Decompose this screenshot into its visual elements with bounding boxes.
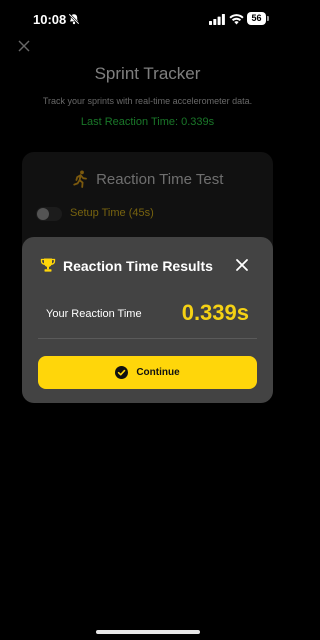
page-title: Sprint Tracker [94, 64, 201, 83]
page-subtitle: Track your sprints with real-time accele… [42, 96, 253, 106]
trophy-icon [40, 258, 56, 272]
signal-icon [209, 14, 225, 25]
modal-title: Reaction Time Results [63, 258, 213, 274]
continue-label: Continue [136, 367, 180, 378]
setup-time-toggle[interactable] [36, 207, 62, 221]
divider [38, 338, 257, 339]
continue-button[interactable]: Continue [38, 356, 257, 389]
battery-icon: 56 [247, 12, 269, 25]
modal-close-icon[interactable] [235, 258, 249, 272]
card-header: Reaction Time Test [22, 170, 273, 190]
wifi-icon [229, 14, 244, 25]
status-bar: 10:08 56 [0, 0, 295, 40]
reaction-time-label: Your Reaction Time [46, 308, 142, 320]
check-circle-icon [115, 366, 129, 379]
results-modal: Reaction Time Results Your Reaction Time… [22, 237, 273, 403]
home-indicator[interactable] [96, 630, 200, 634]
battery-tip [267, 16, 269, 21]
setup-time-label: Setup Time (45s) [70, 207, 154, 219]
close-icon[interactable] [18, 40, 30, 52]
last-reaction-time: Last Reaction Time: 0.339s [80, 116, 215, 128]
status-time: 10:08 [33, 12, 67, 27]
card-title: Reaction Time Test [96, 170, 224, 188]
bell-slash-icon [68, 13, 80, 25]
reaction-time-value: 0.339s [181, 300, 249, 325]
toggle-knob [37, 208, 49, 220]
battery-level: 56 [247, 12, 266, 25]
runner-icon [72, 170, 87, 188]
